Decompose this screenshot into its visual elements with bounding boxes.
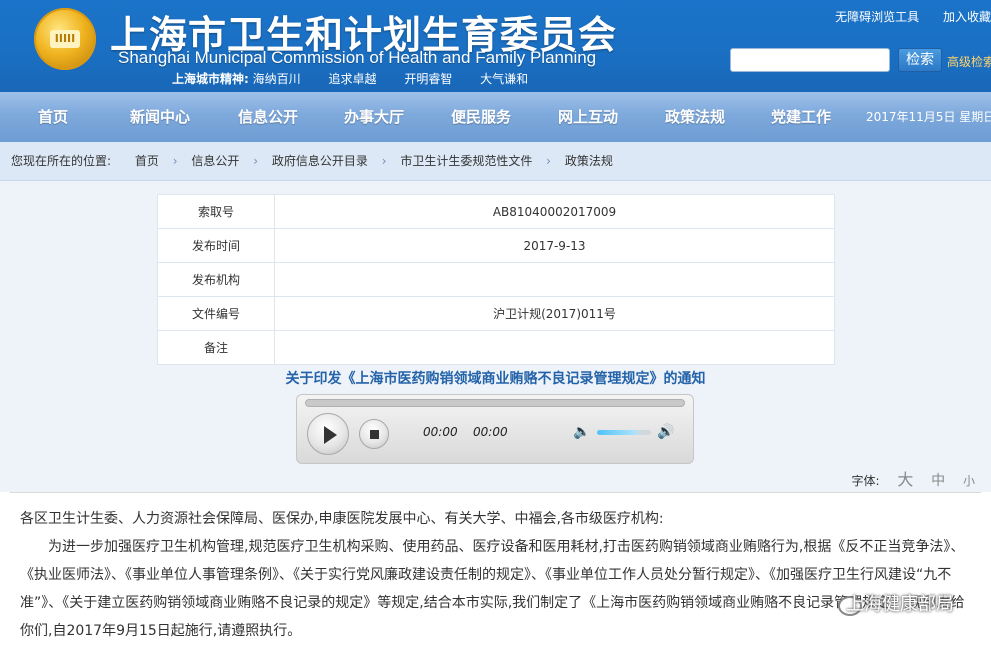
audio-current-time: 00:00	[423, 425, 458, 439]
audio-duration: 00:00	[473, 425, 508, 439]
nav-item-interaction[interactable]: 网上互动	[558, 92, 618, 142]
document-meta-table: 索取号 AB81040002017009 发布时间 2017-9-13 发布机构…	[157, 194, 835, 365]
table-row: 发布机构	[157, 262, 835, 297]
watermark: 上海健康部局	[846, 594, 954, 615]
meta-key: 发布机构	[157, 262, 275, 297]
meta-key: 发布时间	[157, 228, 275, 263]
breadcrumb-separator: ›	[381, 154, 387, 168]
audio-player: 00:00 00:00 🔈 🔊	[296, 394, 694, 464]
nav-item-party[interactable]: 党建工作	[771, 92, 831, 142]
mute-icon[interactable]: 🔈	[573, 424, 590, 440]
table-row: 发布时间 2017-9-13	[157, 228, 835, 263]
breadcrumb-separator: ›	[546, 154, 551, 168]
meta-value	[274, 330, 835, 365]
table-row: 文件编号 沪卫计规(2017)011号	[157, 296, 835, 331]
stop-button[interactable]	[359, 419, 389, 449]
breadcrumb-lead: 您现在所在的位置:	[11, 154, 112, 168]
breadcrumb-item[interactable]: 首页	[135, 154, 159, 168]
breadcrumb-item[interactable]: 市卫生计生委规范性文件	[400, 154, 532, 168]
breadcrumb-item[interactable]: 政策法规	[565, 154, 613, 168]
accessibility-tools-link[interactable]: 无障碍浏览工具	[835, 10, 919, 24]
nav-item-news[interactable]: 新闻中心	[130, 92, 190, 142]
city-spirit-item: 大气谦和	[480, 72, 529, 86]
meta-value: 沪卫计规(2017)011号	[274, 296, 835, 331]
breadcrumb-item[interactable]: 政府信息公开目录	[272, 154, 368, 168]
table-row: 索取号 AB81040002017009	[157, 194, 835, 229]
city-spirit-item: 海纳百川	[252, 72, 301, 86]
breadcrumb-separator: ›	[172, 154, 178, 168]
city-spirit-item: 开明睿智	[404, 72, 453, 86]
meta-value: AB81040002017009	[274, 194, 835, 229]
site-subtitle: Shanghai Municipal Commission of Health …	[118, 48, 597, 67]
font-size-label: 字体:	[851, 474, 880, 488]
volume-slider[interactable]	[597, 430, 651, 435]
meta-value	[274, 262, 835, 297]
city-spirit: 上海城市精神: 海纳百川 追求卓越 开明睿智 大气谦和	[172, 70, 528, 87]
body-paragraph: 各区卫生计生委、人力资源社会保障局、医保办,申康医院发展中心、有关大学、中福会,…	[20, 511, 664, 527]
city-spirit-label: 上海城市精神:	[172, 72, 249, 86]
meta-key: 文件编号	[157, 296, 275, 331]
table-row: 备注	[157, 330, 835, 365]
nav-item-service-hall[interactable]: 办事大厅	[344, 92, 404, 142]
search-button[interactable]: 检索	[898, 48, 942, 72]
nav-item-policy[interactable]: 政策法规	[665, 92, 725, 142]
body-paragraph: 为进一步加强医疗卫生机构管理,规范医疗卫生机构采购、使用药品、医疗设备和医用耗材…	[20, 539, 965, 639]
font-size-medium[interactable]: 中	[931, 473, 945, 489]
breadcrumb-item[interactable]: 信息公开	[191, 154, 239, 168]
nav-item-home[interactable]: 首页	[38, 92, 68, 142]
document-title: 关于印发《上海市医药购销领域商业贿赂不良记录管理规定》的通知	[285, 371, 706, 387]
top-links: 无障碍浏览工具 加入收藏	[815, 8, 991, 25]
meta-key: 索取号	[157, 194, 275, 229]
font-size-large[interactable]: 大	[897, 470, 913, 489]
breadcrumb: 您现在所在的位置: 首页 › 信息公开 › 政府信息公开目录 › 市卫生计生委规…	[0, 142, 991, 181]
search-input[interactable]	[730, 48, 890, 72]
font-size-selector: 字体: 大 中 小	[851, 466, 975, 490]
add-favorite-link[interactable]: 加入收藏	[943, 10, 991, 24]
city-emblem-icon: IIIII	[34, 8, 96, 70]
advanced-search-link[interactable]: 高级检索	[947, 53, 991, 70]
city-spirit-item: 追求卓越	[328, 72, 377, 86]
audio-progress-bar[interactable]	[305, 399, 685, 407]
volume-max-icon[interactable]: 🔊	[657, 424, 674, 440]
meta-value: 2017-9-13	[274, 228, 835, 263]
site-header: IIIII 上海市卫生和计划生育委员会 Shanghai Municipal C…	[0, 0, 991, 92]
meta-key: 备注	[157, 330, 275, 365]
nav-item-disclosure[interactable]: 信息公开	[238, 92, 298, 142]
nav-item-public-service[interactable]: 便民服务	[451, 92, 511, 142]
divider	[10, 492, 981, 493]
play-button[interactable]	[307, 413, 349, 455]
current-date: 2017年11月5日 星期日	[866, 110, 991, 124]
font-size-small[interactable]: 小	[963, 474, 975, 488]
main-nav: 首页 新闻中心 信息公开 办事大厅 便民服务 网上互动 政策法规 党建工作 20…	[0, 92, 991, 142]
document-body: 各区卫生计生委、人力资源社会保障局、医保办,申康医院发展中心、有关大学、中福会,…	[20, 505, 970, 645]
breadcrumb-separator: ›	[253, 154, 259, 168]
